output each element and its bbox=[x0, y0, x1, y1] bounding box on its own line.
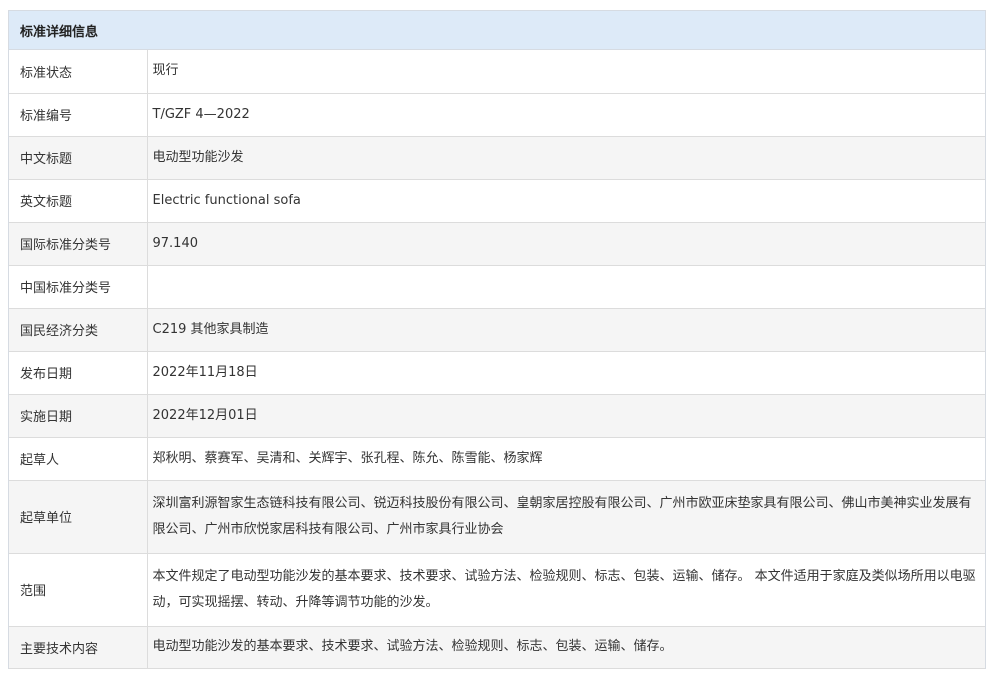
table-row-chinese-title: 中文标题 电动型功能沙发 bbox=[9, 136, 985, 180]
table-row-ccs: 中国标准分类号 bbox=[9, 265, 985, 309]
row-label: 国民经济分类 bbox=[9, 308, 148, 352]
table-row-ics: 国际标准分类号 97.140 bbox=[9, 222, 985, 266]
table-row-main-content: 主要技术内容 电动型功能沙发的基本要求、技术要求、试验方法、检验规则、标志、包装… bbox=[9, 626, 985, 669]
detail-table: 标准状态 现行 标准编号 T/GZF 4—2022 中文标题 电动型功能沙发 英… bbox=[9, 50, 985, 669]
table-row-english-title: 英文标题 Electric functional sofa bbox=[9, 179, 985, 223]
row-label: 英文标题 bbox=[9, 179, 148, 223]
panel-title: 标准详细信息 bbox=[9, 10, 985, 50]
table-row-drafting-units: 起草单位 深圳富利源智家生态链科技有限公司、锐迈科技股份有限公司、皇朝家居控股有… bbox=[9, 480, 985, 554]
row-value: 2022年11月18日 bbox=[147, 351, 985, 395]
row-label: 实施日期 bbox=[9, 394, 148, 438]
row-value: C219 其他家具制造 bbox=[147, 308, 985, 352]
row-value: T/GZF 4—2022 bbox=[147, 93, 985, 137]
table-row-scope: 范围 本文件规定了电动型功能沙发的基本要求、技术要求、试验方法、检验规则、标志、… bbox=[9, 553, 985, 627]
row-label: 起草人 bbox=[9, 437, 148, 481]
row-value: 电动型功能沙发的基本要求、技术要求、试验方法、检验规则、标志、包装、运输、储存。 bbox=[147, 626, 985, 669]
table-row-economy-class: 国民经济分类 C219 其他家具制造 bbox=[9, 308, 985, 352]
row-value: 本文件规定了电动型功能沙发的基本要求、技术要求、试验方法、检验规则、标志、包装、… bbox=[147, 553, 985, 627]
row-value: 郑秋明、蔡赛军、吴清和、关辉宇、张孔程、陈允、陈雪能、杨家辉 bbox=[147, 437, 985, 481]
row-label: 起草单位 bbox=[9, 480, 148, 554]
row-value: 电动型功能沙发 bbox=[147, 136, 985, 180]
table-row-status: 标准状态 现行 bbox=[9, 50, 985, 94]
table-row-drafters: 起草人 郑秋明、蔡赛军、吴清和、关辉宇、张孔程、陈允、陈雪能、杨家辉 bbox=[9, 437, 985, 481]
row-label: 范围 bbox=[9, 553, 148, 627]
table-row-implement-date: 实施日期 2022年12月01日 bbox=[9, 394, 985, 438]
row-value: 97.140 bbox=[147, 222, 985, 266]
row-value: 深圳富利源智家生态链科技有限公司、锐迈科技股份有限公司、皇朝家居控股有限公司、广… bbox=[147, 480, 985, 554]
row-label: 标准状态 bbox=[9, 50, 148, 94]
row-label: 标准编号 bbox=[9, 93, 148, 137]
row-label: 中文标题 bbox=[9, 136, 148, 180]
row-value: 现行 bbox=[147, 50, 985, 94]
row-label: 中国标准分类号 bbox=[9, 265, 148, 309]
row-label: 发布日期 bbox=[9, 351, 148, 395]
table-row-publish-date: 发布日期 2022年11月18日 bbox=[9, 351, 985, 395]
row-value: 2022年12月01日 bbox=[147, 394, 985, 438]
row-value bbox=[147, 265, 985, 309]
row-value: Electric functional sofa bbox=[147, 179, 985, 223]
standard-detail-panel: 标准详细信息 标准状态 现行 标准编号 T/GZF 4—2022 中文标题 电动… bbox=[8, 10, 986, 669]
row-label: 国际标准分类号 bbox=[9, 222, 148, 266]
table-row-number: 标准编号 T/GZF 4—2022 bbox=[9, 93, 985, 137]
row-label: 主要技术内容 bbox=[9, 626, 148, 669]
